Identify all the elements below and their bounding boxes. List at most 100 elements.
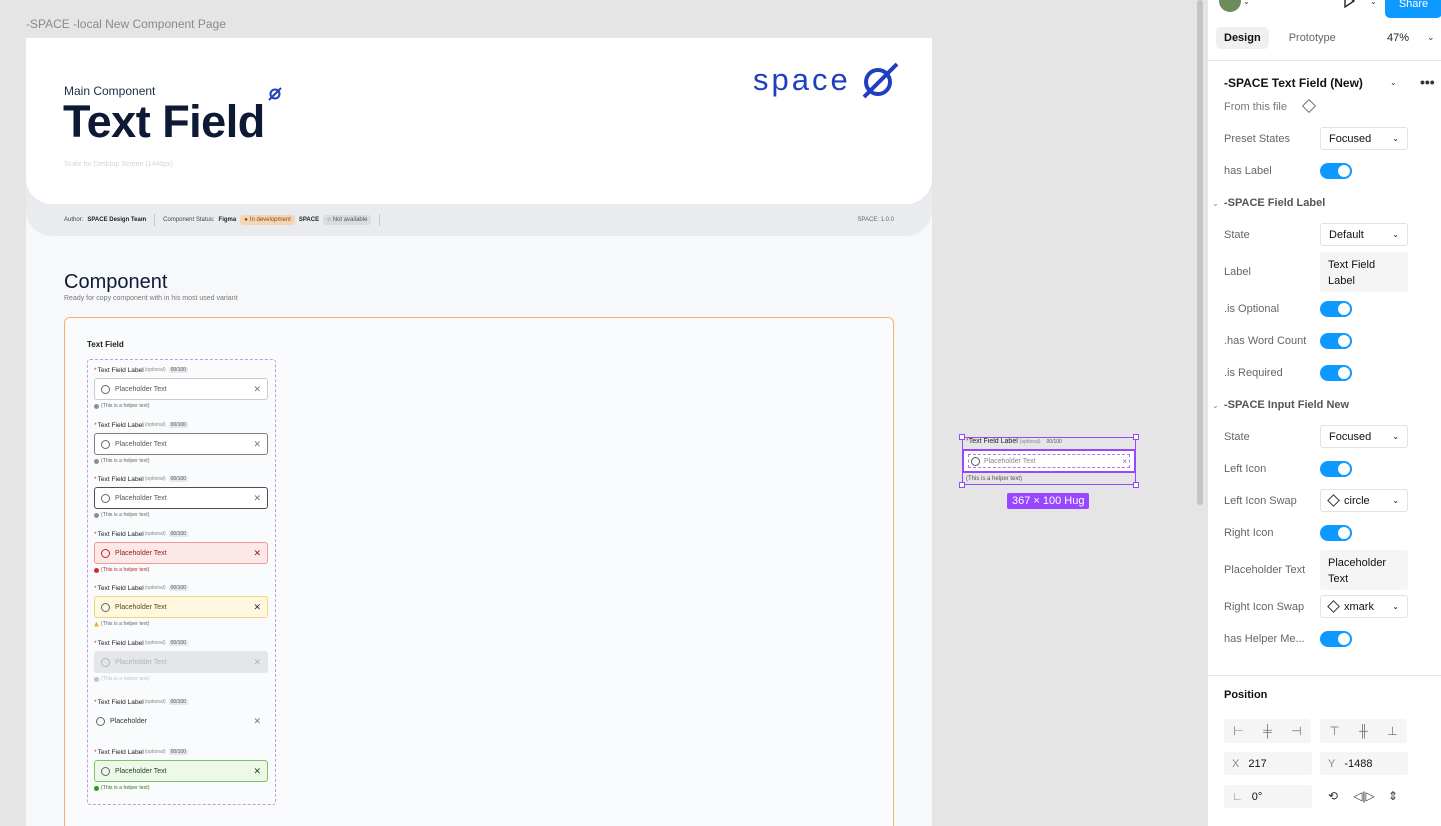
play-icon[interactable] [1341, 0, 1357, 9]
has-helper-toggle[interactable] [1320, 631, 1352, 647]
divider [379, 214, 381, 226]
share-button[interactable]: Share [1385, 0, 1441, 18]
left-icon-toggle[interactable] [1320, 461, 1352, 477]
x-value: 217 [1248, 757, 1267, 770]
space-label: SPACE [298, 217, 320, 223]
align-right-icon[interactable]: ⊣ [1282, 719, 1311, 743]
helper-text-value: (This is a helper text) [101, 676, 150, 682]
canvas[interactable]: -SPACE -local New Component Page Main Co… [0, 0, 1198, 826]
is-optional-toggle[interactable] [1320, 301, 1352, 317]
close-icon[interactable]: ✕ [253, 384, 261, 395]
right-icon-swap-select[interactable]: xmark ⌄ [1320, 595, 1408, 618]
align-top-icon[interactable]: ⊤ [1320, 719, 1349, 743]
chevron-down-icon[interactable]: ⌄ [1243, 0, 1250, 6]
component-icon [1327, 494, 1340, 507]
input-state-select[interactable]: Focused ⌄ [1320, 425, 1408, 448]
avatar[interactable] [1219, 0, 1241, 12]
tab-design[interactable]: Design [1216, 27, 1269, 49]
input-field[interactable]: Placeholder Text ✕ [94, 596, 268, 618]
align-center-h-icon[interactable]: ╪ [1253, 719, 1282, 743]
y-position-input[interactable]: Y -1488 [1320, 752, 1408, 775]
close-icon[interactable]: ✕ [253, 716, 261, 727]
text-field-variant[interactable]: * Text Field Label (optional) 00/100 Placeho… [94, 365, 268, 409]
close-icon[interactable]: ✕ [253, 439, 261, 450]
required-marker: * [94, 366, 97, 374]
x-position-input[interactable]: X 217 [1224, 752, 1312, 775]
component-showcase[interactable]: Text Field * Text Field Label (optional) 00… [64, 317, 894, 826]
frame-title[interactable]: -SPACE -local New Component Page [26, 17, 226, 31]
input-field[interactable]: Placeholder Text ✕ [94, 651, 268, 673]
info-icon [94, 567, 99, 573]
tab-prototype[interactable]: Prototype [1281, 27, 1344, 49]
resize-handle[interactable] [959, 434, 965, 440]
has-word-count-toggle[interactable] [1320, 333, 1352, 349]
input-field[interactable]: Placeholder Text ✕ [94, 378, 268, 400]
placeholder-text: Placeholder [110, 717, 147, 725]
text-field-variant[interactable]: * Text Field Label (optional) 00/100 Placeho… [94, 583, 268, 627]
label-state-select[interactable]: Default ⌄ [1320, 223, 1408, 246]
section-header[interactable]: -SPACE Field Label [1224, 197, 1325, 209]
variant-set[interactable]: * Text Field Label (optional) 00/100 Placeho… [87, 359, 276, 805]
placeholder-text: Placeholder Text [115, 494, 167, 502]
text-field-variant[interactable]: * Text Field Label (optional) 00/100 Placeho… [94, 747, 268, 791]
rotation-input[interactable]: ∟ 0° [1224, 785, 1312, 808]
placeholder-text-input[interactable]: Placeholder Text [1320, 550, 1408, 590]
chevron-down-icon: ⌄ [1392, 230, 1399, 239]
close-icon[interactable]: ✕ [253, 766, 261, 777]
has-label-toggle[interactable] [1320, 163, 1352, 179]
canvas-scrollbar[interactable] [1197, 0, 1203, 505]
is-required-toggle[interactable] [1320, 365, 1352, 381]
resize-handle[interactable] [959, 482, 965, 488]
text-field-variant[interactable]: * Text Field Label (optional) 00/100 Placeho… [94, 638, 268, 682]
left-icon-swap-select[interactable]: circle ⌄ [1320, 489, 1408, 512]
close-icon[interactable]: ✕ [253, 602, 261, 613]
chevron-down-icon[interactable]: ⌄ [1390, 78, 1397, 87]
section-header[interactable]: -SPACE Input Field New [1224, 399, 1349, 411]
placeholder-text: Placeholder Text [115, 658, 167, 666]
align-left-icon[interactable]: ⊢ [1224, 719, 1253, 743]
component-name[interactable]: -SPACE Text Field (New) [1224, 76, 1363, 90]
align-bottom-icon[interactable]: ⊥ [1378, 719, 1407, 743]
close-icon[interactable]: ✕ [253, 493, 261, 504]
space-logo-icon [268, 87, 282, 101]
component-page-frame[interactable]: Main Component Text Field Scale for Desk… [26, 38, 932, 826]
input-field[interactable]: Placeholder Text ✕ [94, 487, 268, 509]
field-label: *Text Field Label (optional) 00/100 [966, 438, 1064, 445]
component-icon[interactable] [1301, 98, 1317, 114]
align-center-v-icon[interactable]: ╫ [1349, 719, 1378, 743]
circle-icon [101, 384, 110, 394]
text-field-variant[interactable]: * Text Field Label (optional) 00/100 Placeho… [94, 474, 268, 518]
input-field[interactable]: Placeholder Text ✕ [94, 760, 268, 782]
preset-states-select[interactable]: Focused ⌄ [1320, 127, 1408, 150]
optional-text: (optional) [144, 585, 166, 591]
optional-text: (optional) [144, 476, 166, 482]
resize-handle[interactable] [1133, 482, 1139, 488]
optional-text: (optional) [144, 749, 166, 755]
selected-text-field[interactable]: *Text Field Label (optional) 00/100 Plac… [962, 437, 1136, 485]
flip-horizontal-icon[interactable]: ◁|▷ [1351, 785, 1377, 807]
flip-vertical-icon[interactable]: ⇕ [1380, 785, 1406, 807]
input-field[interactable]: Placeholder Text × [962, 449, 1136, 473]
chevron-down-icon[interactable]: ⌄ [1212, 199, 1219, 208]
required-marker: * [94, 748, 97, 756]
chevron-down-icon[interactable]: ⌄ [1370, 0, 1377, 6]
prop-label: State [1224, 431, 1250, 443]
right-icon-toggle[interactable] [1320, 525, 1352, 541]
close-icon[interactable]: ✕ [253, 657, 261, 668]
rotate-icon[interactable]: ⟲ [1320, 785, 1346, 807]
label-text-input[interactable]: Text Field Label [1320, 252, 1408, 292]
text-field-variant[interactable]: * Text Field Label (optional) 00/100 Placeho… [94, 697, 268, 732]
chevron-down-icon[interactable]: ⌄ [1212, 401, 1219, 410]
label-text: Text Field Label [97, 475, 144, 483]
text-field-variant[interactable]: * Text Field Label (optional) 00/100 Placeho… [94, 529, 268, 573]
resize-handle[interactable] [1133, 434, 1139, 440]
word-count: 00/100 [168, 749, 188, 755]
chevron-down-icon[interactable]: ⌄ [1427, 32, 1435, 43]
input-field[interactable]: Placeholder Text ✕ [94, 433, 268, 455]
more-icon[interactable]: ••• [1420, 74, 1435, 90]
text-field-variant[interactable]: * Text Field Label (optional) 00/100 Placeho… [94, 420, 268, 464]
input-field[interactable]: Placeholder ✕ [94, 710, 268, 732]
close-icon[interactable]: ✕ [253, 548, 261, 559]
input-field[interactable]: Placeholder Text ✕ [94, 542, 268, 564]
zoom-level[interactable]: 47% [1387, 32, 1409, 44]
